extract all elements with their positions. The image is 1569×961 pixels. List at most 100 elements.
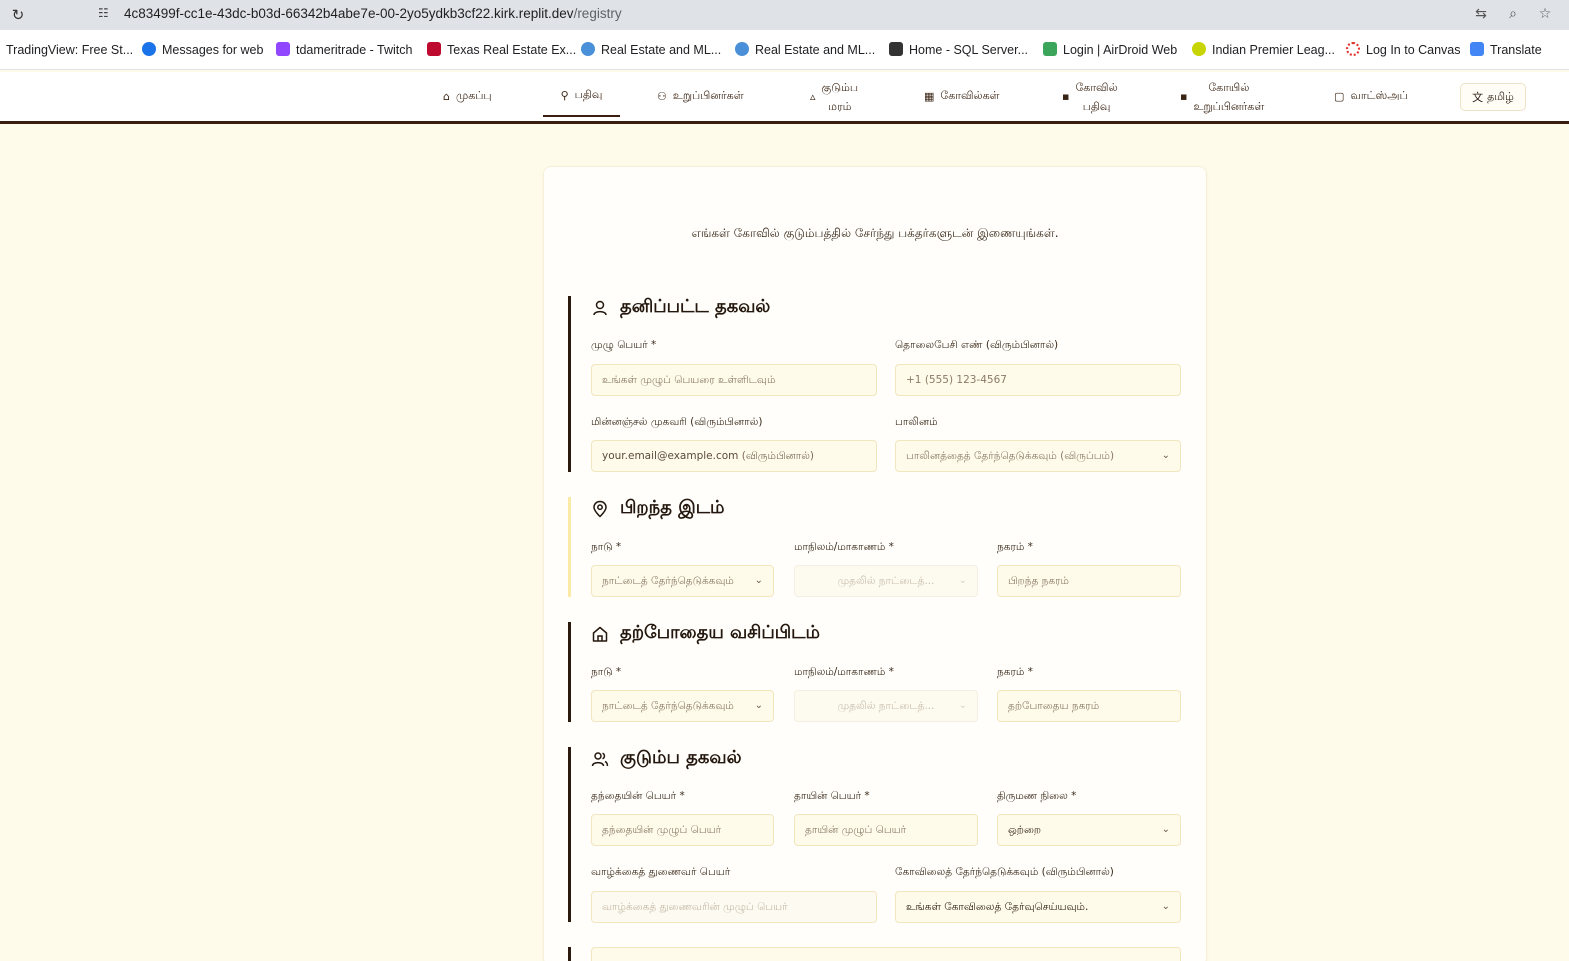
nav-members[interactable]: ⚇ உறுப்பினர்கள்: [657, 72, 744, 121]
temple-icon: ▪: [1180, 90, 1188, 103]
birth-country-select[interactable]: நாட்டைத் தேர்ந்தெடுக்கவும் ⌄: [591, 565, 774, 597]
residence-country-select[interactable]: நாட்டைத் தேர்ந்தெடுக்கவும் ⌄: [591, 690, 774, 722]
residence-city-label: நகரம் *: [997, 666, 1033, 678]
globe-icon: [735, 42, 749, 56]
bookmark-star-icon[interactable]: ☆: [1536, 5, 1554, 23]
section-accent-bar: [568, 747, 571, 922]
user-plus-icon: ⚲: [560, 88, 569, 102]
section-family-title: குடும்ப தகவல்: [591, 747, 742, 770]
ball-icon: [1192, 42, 1206, 56]
section-residence-title: தற்போதைய வசிப்பிடம்: [591, 622, 820, 645]
address-bar[interactable]: ☷ 4c83499f-cc1e-43dc-b03d-66342b4abe7e-0…: [44, 0, 1566, 29]
home-icon: [592, 626, 608, 642]
temple-select-label: கோவிலைத் தேர்ந்தெடுக்கவும் (விரும்பினால்…: [895, 866, 1114, 878]
nav-temple-members-label: கோயில் உறுப்பினர்கள்: [1193, 80, 1265, 113]
twitch-icon: [276, 42, 290, 56]
bookmark-canvas[interactable]: Log In to Canvas: [1346, 42, 1461, 58]
translate-page-icon[interactable]: ⇆: [1472, 5, 1490, 23]
nav-whatsapp[interactable]: ▢ வாட்ஸ்அப்: [1334, 72, 1408, 121]
message-icon: ▢: [1334, 90, 1345, 103]
nav-temples[interactable]: ▦ கோவில்கள்: [924, 72, 1000, 121]
bookmark-texas-real-estate[interactable]: Texas Real Estate Ex...: [427, 42, 576, 58]
zoom-icon[interactable]: ⌕: [1504, 5, 1522, 23]
phone-label: தொலைபேசி எண் (விரும்பினால்): [895, 339, 1059, 351]
mother-name-input[interactable]: தாயின் முழுப் பெயர்: [794, 814, 978, 846]
next-field-partial: [591, 947, 1181, 961]
home-icon: ⌂: [443, 90, 450, 103]
email-label: மின்னஞ்சல் முகவரி (விரும்பினால்): [591, 416, 763, 428]
bookmark-sql-server[interactable]: Home - SQL Server...: [889, 42, 1028, 58]
nav-register[interactable]: ⚲ பதிவு: [543, 75, 620, 117]
nav-home[interactable]: ⌂ முகப்பு: [443, 72, 492, 121]
bookmark-real-estate-1[interactable]: Real Estate and ML...: [581, 42, 721, 58]
reload-icon[interactable]: ↻: [9, 6, 27, 24]
browser-toolbar: ↻ ☷ 4c83499f-cc1e-43dc-b03d-66342b4abe7e…: [0, 0, 1569, 30]
birth-city-input[interactable]: பிறந்த நகரம்: [997, 565, 1181, 597]
nav-family-tree[interactable]: ▵ குடும்ப மரம்: [810, 72, 858, 121]
bookmarks-bar: TradingView: Free St... Messages for web…: [0, 30, 1569, 70]
users-icon: [591, 751, 609, 766]
nav-temple-registration[interactable]: ▪ கோவில் பதிவு: [1062, 72, 1118, 121]
section-personal-title: தனிப்பட்ட தகவல்: [591, 296, 770, 319]
spouse-name-label: வாழ்க்கைத் துணைவர் பெயர்: [591, 866, 731, 878]
full-name-label: முழு பெயர் *: [591, 339, 657, 351]
residence-state-select[interactable]: முதலில் நாட்டைத்... ⌄: [794, 690, 978, 722]
father-name-label: தந்தையின் பெயர் *: [591, 790, 685, 802]
marital-status-select[interactable]: ஒற்றை ⌄: [997, 814, 1181, 846]
globe-icon: [581, 42, 595, 56]
gender-label: பாலினம்: [895, 416, 938, 428]
building-icon: ▦: [924, 90, 935, 103]
language-icon: 文: [1472, 91, 1484, 104]
email-input[interactable]: your.email@example.com (விரும்பினால்): [591, 440, 877, 472]
bookmark-twitch[interactable]: tdameritrade - Twitch: [276, 42, 412, 58]
section-accent-bar: [568, 296, 571, 472]
url-text[interactable]: 4c83499f-cc1e-43dc-b03d-66342b4abe7e-00-…: [124, 6, 622, 21]
full-name-input[interactable]: உங்கள் முழுப் பெயரை உள்ளிடவும்: [591, 364, 877, 396]
chevron-down-icon: ⌄: [958, 700, 967, 711]
texas-flag-icon: [427, 42, 441, 56]
marital-status-label: திருமண நிலை *: [997, 790, 1077, 802]
bookmark-airdroid[interactable]: Login | AirDroid Web: [1043, 42, 1177, 58]
canvas-icon: [1346, 42, 1360, 56]
temple-select[interactable]: உங்கள் கோவிலைத் தேர்வுசெய்யவும். ⌄: [895, 891, 1181, 923]
airdroid-icon: [1043, 42, 1057, 56]
bookmark-tradingview[interactable]: TradingView: Free St...: [0, 42, 133, 58]
main-navbar: ⌂ முகப்பு ⚲ பதிவு ⚇ உறுப்பினர்கள் ▵ குடும்ப ம…: [0, 72, 1569, 124]
chevron-down-icon: ⌄: [1161, 901, 1170, 912]
bookmark-ipl[interactable]: Indian Premier Leag...: [1192, 42, 1335, 58]
bookmark-real-estate-2[interactable]: Real Estate and ML...: [735, 42, 875, 58]
section-birthplace-title: பிறந்த இடம்: [591, 497, 725, 520]
birth-state-select[interactable]: முதலில் நாட்டைத்... ⌄: [794, 565, 978, 597]
chevron-down-icon: ⌄: [754, 700, 763, 711]
google-translate-icon: [1470, 42, 1484, 56]
site-info-icon[interactable]: ☷: [98, 6, 112, 20]
section-accent-bar: [568, 497, 571, 597]
birth-country-label: நாடு *: [591, 541, 622, 553]
residence-city-input[interactable]: தற்போதைய நகரம்: [997, 690, 1181, 722]
gender-select[interactable]: பாலினத்தைத் தேர்ந்தெடுக்கவும் (விருப்பம்…: [895, 440, 1181, 472]
phone-input[interactable]: +1 (555) 123-4567: [895, 364, 1181, 396]
bookmark-messages[interactable]: Messages for web: [142, 42, 263, 58]
tree-icon: ▵: [810, 90, 816, 103]
father-name-input[interactable]: தந்தையின் முழுப் பெயர்: [591, 814, 774, 846]
messages-icon: [142, 42, 156, 56]
nav-temple-registration-label: கோவில் பதிவு: [1075, 80, 1118, 113]
birth-city-label: நகரம் *: [997, 541, 1033, 553]
nav-family-tree-label: குடும்ப மரம்: [821, 80, 859, 113]
bookmark-translate[interactable]: Translate: [1470, 42, 1542, 58]
residence-state-label: மாநிலம்/மாகாணம் *: [794, 666, 894, 678]
mother-name-label: தாயின் பெயர் *: [794, 790, 870, 802]
nav-temple-members[interactable]: ▪ கோயில் உறுப்பினர்கள்: [1180, 72, 1264, 121]
chevron-down-icon: ⌄: [958, 575, 967, 586]
section-accent-bar: [568, 947, 571, 961]
birth-state-label: மாநிலம்/மாகாணம் *: [794, 541, 894, 553]
users-icon: ⚇: [657, 90, 667, 103]
language-toggle-button[interactable]: 文 தமிழ்: [1460, 83, 1526, 111]
chevron-down-icon: ⌄: [1161, 450, 1170, 461]
temple-icon: ▪: [1062, 90, 1070, 103]
chart-icon: [889, 42, 903, 56]
user-icon: [593, 300, 607, 315]
form-subtitle: எங்கள் கோவில் குடும்பத்தில் சேர்ந்து பக்…: [691, 226, 1059, 240]
residence-country-label: நாடு *: [591, 666, 622, 678]
spouse-name-input[interactable]: வாழ்க்கைத் துணைவரின் முழுப் பெயர்: [591, 891, 877, 923]
